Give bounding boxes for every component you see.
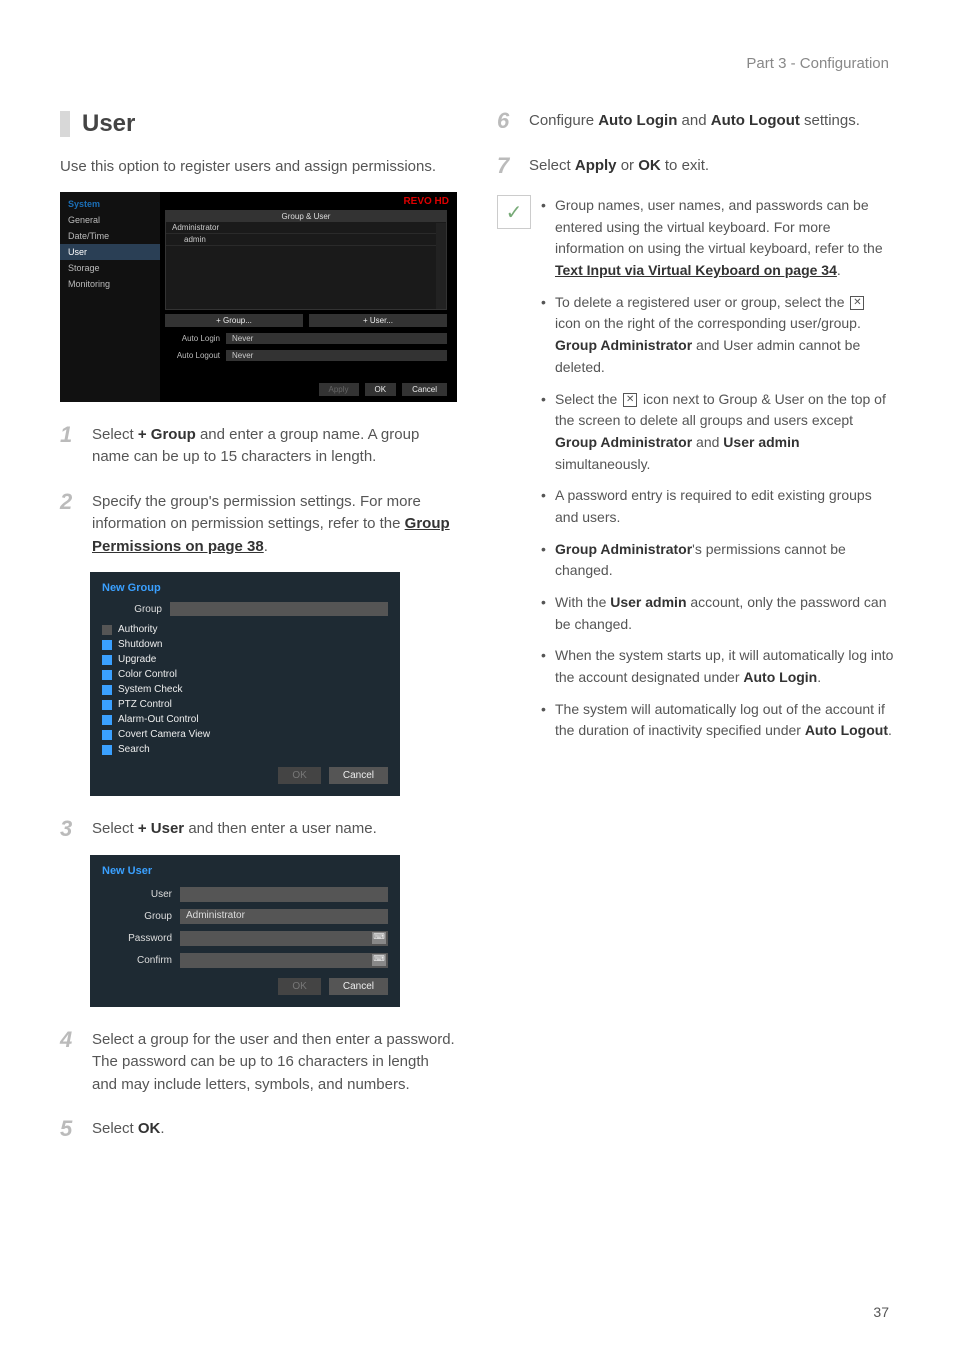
sidebar-item-monitoring[interactable]: Monitoring: [60, 276, 160, 292]
step-number: 1: [60, 424, 80, 469]
confirm-label: Confirm: [102, 955, 172, 966]
checkbox[interactable]: [102, 640, 112, 650]
table-header: Group & User: [166, 211, 446, 222]
new-group-dialog: New Group Group Authority Shutdown Upgra…: [90, 572, 400, 796]
permission-item: Color Control: [118, 669, 177, 680]
dialog-title: New Group: [102, 582, 388, 594]
step-number: 4: [60, 1029, 80, 1097]
permission-item: Shutdown: [118, 639, 162, 650]
add-group-button[interactable]: + Group...: [165, 314, 303, 327]
permission-item: Upgrade: [118, 654, 156, 665]
auto-login-label: Auto Login: [165, 334, 220, 343]
step-number: 5: [60, 1118, 80, 1141]
confirm-input[interactable]: ⌨: [180, 953, 388, 968]
notes-block: ✓ Group names, user names, and passwords…: [497, 195, 894, 752]
permissions-list: Authority Shutdown Upgrade Color Control…: [102, 622, 388, 757]
section-title: User: [82, 110, 135, 138]
note-item: When the system starts up, it will autom…: [541, 645, 894, 688]
checkbox[interactable]: [102, 715, 112, 725]
step-number: 3: [60, 818, 80, 841]
step-3-text: Select + User and then enter a user name…: [92, 818, 377, 841]
check-icon: ✓: [497, 195, 531, 229]
checkbox[interactable]: [102, 745, 112, 755]
step-number: 6: [497, 110, 517, 133]
step-number: 2: [60, 491, 80, 559]
step-4-text: Select a group for the user and then ent…: [92, 1029, 457, 1097]
step-2-text: Specify the group's permission settings.…: [92, 491, 457, 559]
new-user-dialog: New User User Group Administrator Passwo…: [90, 855, 400, 1007]
group-label: Group: [102, 911, 172, 922]
add-user-button[interactable]: + User...: [309, 314, 447, 327]
brand-logo: REVO HD: [403, 196, 449, 207]
password-input[interactable]: ⌨: [180, 931, 388, 946]
checkbox[interactable]: [102, 730, 112, 740]
cancel-button[interactable]: Cancel: [402, 383, 447, 396]
system-settings-screenshot: REVO HD System General Date/Time User St…: [60, 192, 457, 402]
cancel-button[interactable]: Cancel: [329, 978, 388, 995]
note-item: Select the ✕ icon next to Group & User o…: [541, 389, 894, 476]
step-6-text: Configure Auto Login and Auto Logout set…: [529, 110, 860, 133]
group-name-label: Group: [102, 604, 162, 615]
permission-item: Alarm-Out Control: [118, 714, 199, 725]
permission-item: Search: [118, 744, 150, 755]
checkbox[interactable]: [102, 685, 112, 695]
note-item: A password entry is required to edit exi…: [541, 485, 894, 528]
cancel-button[interactable]: Cancel: [329, 767, 388, 784]
apply-button[interactable]: Apply: [319, 383, 359, 396]
sidebar-item-datetime[interactable]: Date/Time: [60, 228, 160, 244]
note-item: Group names, user names, and passwords c…: [541, 195, 894, 282]
group-user-table: Group & User Administrator admin: [165, 210, 447, 310]
sidebar-item-storage[interactable]: Storage: [60, 260, 160, 276]
keyboard-icon[interactable]: ⌨: [372, 932, 386, 944]
left-column: User Use this option to register users a…: [60, 110, 457, 1141]
dialog-title: New User: [102, 865, 388, 877]
user-label: User: [102, 889, 172, 900]
step-number: 7: [497, 155, 517, 178]
note-item: The system will automatically log out of…: [541, 699, 894, 742]
section-heading: User: [60, 110, 457, 138]
breadcrumb: Part 3 - Configuration: [746, 55, 889, 72]
sidebar-item-user[interactable]: User: [60, 244, 160, 260]
group-name-input[interactable]: [170, 602, 388, 616]
text-input-link[interactable]: Text Input via Virtual Keyboard on page …: [555, 262, 837, 278]
permission-item: Covert Camera View: [118, 729, 210, 740]
auto-logout-label: Auto Logout: [165, 351, 220, 360]
step-7-text: Select Apply or OK to exit.: [529, 155, 709, 178]
password-label: Password: [102, 933, 172, 944]
table-row[interactable]: admin: [166, 234, 446, 246]
ok-button[interactable]: OK: [278, 978, 320, 995]
note-item: To delete a registered user or group, se…: [541, 292, 894, 379]
auto-login-select[interactable]: Never: [226, 333, 447, 344]
group-select[interactable]: Administrator: [180, 909, 388, 924]
checkbox[interactable]: [102, 625, 112, 635]
checkbox[interactable]: [102, 655, 112, 665]
sidebar-header: System: [60, 196, 160, 212]
close-icon: ✕: [623, 393, 637, 407]
section-bar-icon: [60, 111, 70, 137]
step-1-text: Select + Group and enter a group name. A…: [92, 424, 457, 469]
permission-item: Authority: [118, 624, 157, 635]
checkbox[interactable]: [102, 670, 112, 680]
permission-item: PTZ Control: [118, 699, 172, 710]
ok-button[interactable]: OK: [278, 767, 320, 784]
step-5-text: Select OK.: [92, 1118, 165, 1141]
scrollbar[interactable]: [436, 223, 446, 309]
right-column: 6 Configure Auto Login and Auto Logout s…: [497, 110, 894, 1141]
note-item: With the User admin account, only the pa…: [541, 592, 894, 635]
system-sidebar: System General Date/Time User Storage Mo…: [60, 192, 160, 402]
permission-item: System Check: [118, 684, 182, 695]
ok-button[interactable]: OK: [365, 383, 397, 396]
page-number: 37: [873, 1304, 889, 1320]
note-item: Group Administrator's permissions cannot…: [541, 539, 894, 582]
checkbox[interactable]: [102, 700, 112, 710]
user-input[interactable]: [180, 887, 388, 902]
section-intro: Use this option to register users and as…: [60, 156, 457, 178]
table-row[interactable]: Administrator: [166, 222, 446, 234]
sidebar-item-general[interactable]: General: [60, 212, 160, 228]
close-icon: ✕: [850, 296, 864, 310]
keyboard-icon[interactable]: ⌨: [372, 954, 386, 966]
auto-logout-select[interactable]: Never: [226, 350, 447, 361]
